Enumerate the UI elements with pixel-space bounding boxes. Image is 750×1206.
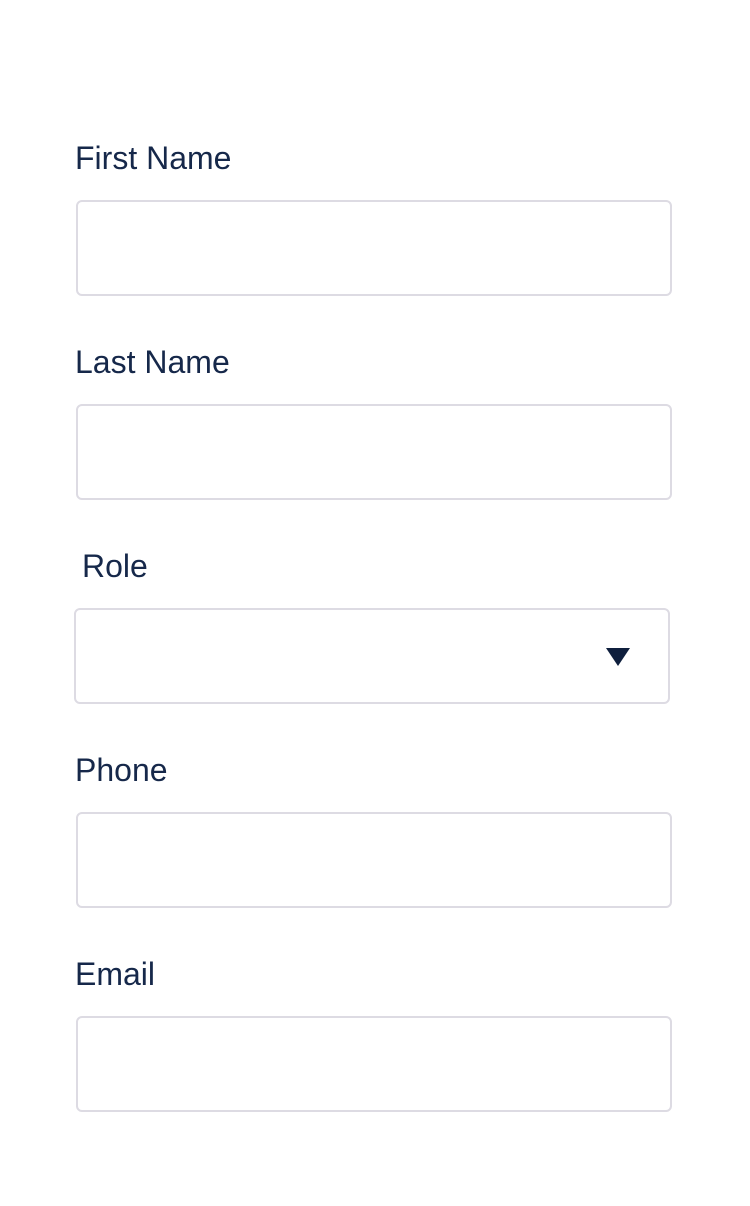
- email-label: Email: [75, 956, 156, 992]
- phone-field[interactable]: [76, 812, 672, 908]
- chevron-down-icon: [606, 648, 630, 666]
- last-name-field[interactable]: [76, 404, 672, 500]
- phone-label: Phone: [75, 752, 168, 788]
- first-name-label: First Name: [75, 140, 232, 176]
- contact-form: First Name Last Name Role Phone Email: [0, 0, 750, 1206]
- email-field[interactable]: [76, 1016, 672, 1112]
- first-name-field[interactable]: [76, 200, 672, 296]
- role-label: Role: [82, 548, 148, 584]
- last-name-label: Last Name: [75, 344, 230, 380]
- role-select[interactable]: [74, 608, 670, 704]
